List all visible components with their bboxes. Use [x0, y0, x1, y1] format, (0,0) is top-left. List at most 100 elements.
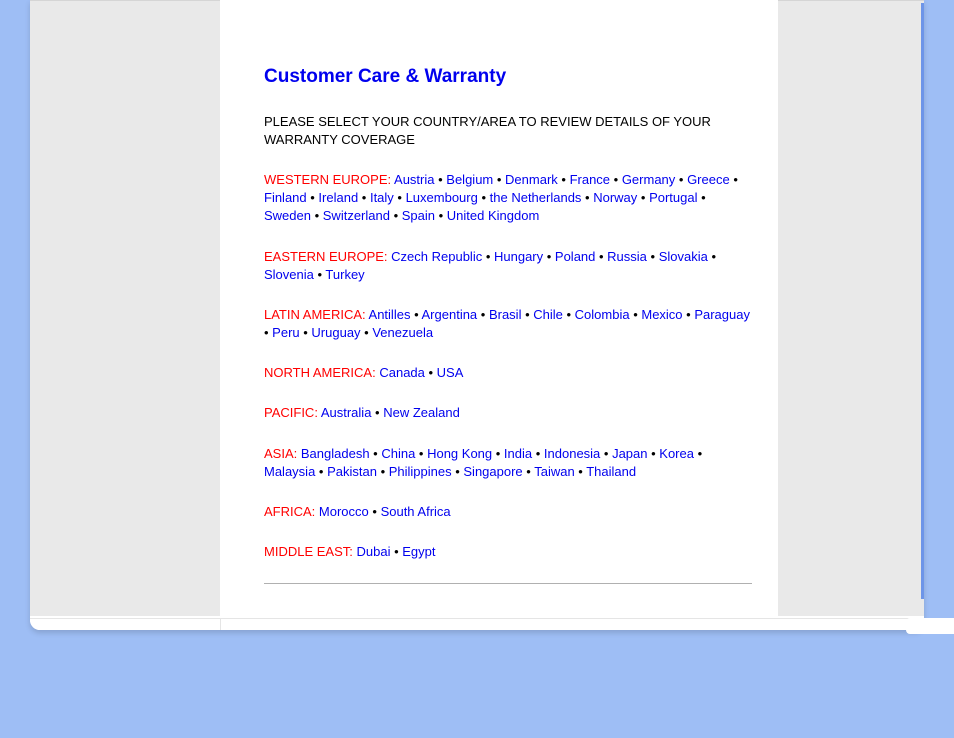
country-link[interactable]: Norway [593, 190, 637, 205]
country-link[interactable]: Colombia [575, 307, 630, 322]
separator: • [730, 172, 738, 187]
country-link[interactable]: Belgium [446, 172, 493, 187]
country-link[interactable]: Morocco [319, 504, 369, 519]
country-link[interactable]: Indonesia [544, 446, 600, 461]
country-link[interactable]: United Kingdom [447, 208, 540, 223]
region-label: MIDDLE EAST: [264, 544, 353, 559]
separator: • [370, 446, 382, 461]
horizontal-rule [264, 583, 752, 584]
country-link[interactable]: Ireland [318, 190, 358, 205]
country-link[interactable]: Malaysia [264, 464, 315, 479]
region-label: AFRICA: [264, 504, 315, 519]
country-link[interactable]: France [570, 172, 610, 187]
country-link[interactable]: Japan [612, 446, 647, 461]
region-block: EASTERN EUROPE: Czech Republic • Hungary… [264, 248, 752, 284]
separator: • [307, 190, 319, 205]
country-link[interactable]: Peru [272, 325, 299, 340]
country-link[interactable]: South Africa [381, 504, 451, 519]
country-link[interactable]: India [504, 446, 532, 461]
separator: • [543, 249, 555, 264]
separator: • [377, 464, 389, 479]
country-link[interactable]: Hong Kong [427, 446, 492, 461]
country-link[interactable]: Paraguay [694, 307, 750, 322]
country-link[interactable]: Greece [687, 172, 730, 187]
separator: • [371, 405, 383, 420]
country-link[interactable]: Venezuela [372, 325, 433, 340]
country-link[interactable]: Switzerland [323, 208, 390, 223]
separator: • [523, 464, 535, 479]
country-link[interactable]: Czech Republic [391, 249, 482, 264]
country-link[interactable]: Chile [533, 307, 563, 322]
country-link[interactable]: Russia [607, 249, 647, 264]
separator: • [435, 208, 447, 223]
country-link[interactable]: Uruguay [311, 325, 360, 340]
country-link[interactable]: USA [437, 365, 464, 380]
country-link[interactable]: Denmark [505, 172, 558, 187]
country-link[interactable]: Turkey [325, 267, 364, 282]
country-link[interactable]: Bangladesh [301, 446, 370, 461]
country-link[interactable]: Poland [555, 249, 595, 264]
country-link[interactable]: Portugal [649, 190, 697, 205]
separator: • [315, 464, 327, 479]
separator: • [425, 365, 437, 380]
country-link[interactable]: Singapore [463, 464, 522, 479]
region-list: WESTERN EUROPE: Austria • Belgium • Denm… [264, 171, 752, 561]
country-link[interactable]: the Netherlands [490, 190, 582, 205]
page-title: Customer Care & Warranty [264, 64, 752, 91]
separator: • [361, 325, 373, 340]
country-link[interactable]: Slovakia [659, 249, 708, 264]
country-link[interactable]: Brasil [489, 307, 522, 322]
country-link[interactable]: Mexico [641, 307, 682, 322]
country-link[interactable]: Sweden [264, 208, 311, 223]
country-link[interactable]: Egypt [402, 544, 435, 559]
region-label: NORTH AMERICA: [264, 365, 376, 380]
country-link[interactable]: Korea [659, 446, 694, 461]
country-link[interactable]: Australia [321, 405, 372, 420]
country-link[interactable]: New Zealand [383, 405, 460, 420]
country-link[interactable]: Argentina [422, 307, 478, 322]
separator: • [563, 307, 575, 322]
separator: • [493, 172, 505, 187]
separator: • [478, 190, 490, 205]
separator: • [708, 249, 716, 264]
page-background: Customer Care & Warranty PLEASE SELECT Y… [0, 0, 954, 700]
separator: • [390, 208, 402, 223]
separator: • [452, 464, 464, 479]
page-footer-strip [30, 618, 924, 630]
separator: • [435, 172, 447, 187]
separator: • [482, 249, 494, 264]
separator: • [311, 208, 323, 223]
separator: • [648, 446, 660, 461]
country-link[interactable]: Finland [264, 190, 307, 205]
country-link[interactable]: Taiwan [534, 464, 574, 479]
country-link[interactable]: Pakistan [327, 464, 377, 479]
separator: • [575, 464, 587, 479]
country-link[interactable]: Slovenia [264, 267, 314, 282]
page-card: Customer Care & Warranty PLEASE SELECT Y… [30, 0, 924, 630]
scrollbar-track[interactable] [921, 3, 924, 599]
country-link[interactable]: Austria [394, 172, 434, 187]
separator: • [647, 249, 659, 264]
corner-tab [906, 618, 954, 634]
country-link[interactable]: Dubai [356, 544, 390, 559]
region-block: PACIFIC: Australia • New Zealand [264, 404, 752, 422]
separator: • [358, 190, 370, 205]
separator: • [521, 307, 533, 322]
country-link[interactable]: China [381, 446, 415, 461]
country-link[interactable]: Canada [379, 365, 425, 380]
country-link[interactable]: Thailand [586, 464, 636, 479]
separator: • [532, 446, 544, 461]
country-link[interactable]: Italy [370, 190, 394, 205]
region-block: LATIN AMERICA: Antilles • Argentina • Br… [264, 306, 752, 342]
separator: • [314, 267, 326, 282]
country-link[interactable]: Luxembourg [406, 190, 478, 205]
country-link[interactable]: Hungary [494, 249, 543, 264]
separator: • [264, 325, 272, 340]
country-link[interactable]: Philippines [389, 464, 452, 479]
country-link[interactable]: Antilles [369, 307, 411, 322]
country-link[interactable]: Germany [622, 172, 675, 187]
separator: • [683, 307, 695, 322]
country-link[interactable]: Spain [402, 208, 435, 223]
separator: • [394, 190, 406, 205]
separator: • [694, 446, 702, 461]
